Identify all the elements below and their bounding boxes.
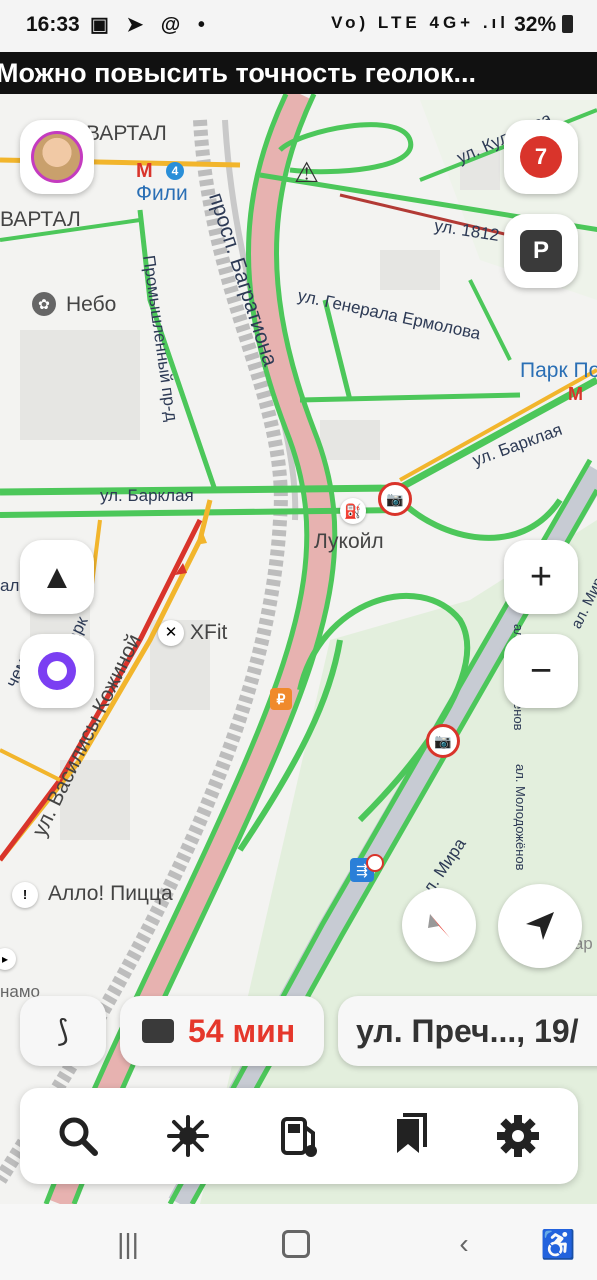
fuel-station-icon[interactable]: ⛽ (340, 498, 366, 524)
route-variants-button[interactable]: ⟆ (20, 996, 106, 1066)
traffic-score-value: 7 (534, 144, 548, 169)
notification-icons: ▣ ➤ @ • (90, 14, 211, 36)
parking-label: P (532, 237, 549, 264)
compass-button[interactable] (402, 888, 476, 962)
parking-icon: P (520, 230, 562, 272)
zoom-in-button[interactable]: + (504, 540, 578, 614)
metro-icon-2: M (568, 384, 583, 404)
system-nav-bar: ||| ‹ ♿ (0, 1204, 597, 1280)
map-label-park: Парк По (520, 359, 597, 382)
route-time-label: 54 мин (188, 1012, 296, 1049)
fuel-button[interactable] (268, 1106, 328, 1166)
location-accuracy-banner[interactable]: Можно повысить точность геолок... (0, 52, 597, 94)
traffic-score-badge: 7 (520, 136, 562, 178)
back-icon: ‹ (459, 1228, 469, 1259)
road-warning-icon[interactable]: ⚠ (294, 156, 319, 189)
report-incident-button[interactable]: ▲ (20, 540, 94, 614)
alice-icon (38, 652, 76, 690)
battery-level: 32% (514, 13, 573, 37)
banner-text: Можно повысить точность геолок... (0, 58, 477, 88)
my-location-button[interactable] (498, 884, 582, 968)
bookmarks-button[interactable] (378, 1106, 438, 1166)
fuel-pump-icon (281, 1117, 317, 1157)
map-label-metro-fili: Фили (136, 182, 188, 205)
map-label-allo-pizza: Алло! Пицца (48, 882, 173, 905)
sparkle-icon (167, 1115, 209, 1157)
accessibility-button[interactable]: ♿ (538, 1224, 578, 1264)
map-label-lukoil: Лукойл (314, 530, 384, 553)
map-label-barklaya: ул. Барклая (100, 486, 194, 505)
accessibility-icon: ♿ (540, 1228, 576, 1260)
atm-icon[interactable]: ₽ (270, 688, 292, 710)
map-label-al: ал (0, 576, 20, 595)
traffic-button[interactable]: 7 (504, 120, 578, 194)
discovery-button[interactable] (158, 1106, 218, 1166)
alice-assistant-button[interactable] (20, 634, 94, 708)
compass-icon (428, 914, 450, 938)
map-label-kvartal-2: ВАРТАЛ (0, 208, 81, 231)
status-bar: 16:33 ▣ ➤ @ • Vo) LTE 4G+ .ıl 32% (0, 0, 597, 52)
zoom-out-button[interactable]: − (504, 634, 578, 708)
metro-icon: M (136, 160, 153, 182)
map-label-molodyozhenov-2: ал. Молодожёнов (513, 764, 528, 871)
zoom-out-icon: − (529, 649, 553, 692)
pizza-icon[interactable]: ! (12, 882, 38, 908)
restaurant-icon: ✿ (32, 292, 56, 316)
speed-camera-icon-2[interactable]: 📷 (426, 724, 460, 758)
briefcase-icon (142, 1019, 174, 1043)
map-label-nebo: Небо (66, 293, 117, 316)
bookmark-icon (397, 1113, 427, 1153)
metro-line-badge: 4 (166, 162, 184, 180)
network-indicator: Vo) LTE 4G+ .ıl (331, 13, 509, 32)
route-time-button[interactable]: 54 мин (120, 996, 324, 1066)
home-icon (282, 1230, 310, 1258)
location-arrow-icon (526, 912, 554, 940)
zoom-in-icon: + (529, 555, 553, 598)
bottom-toolbar (20, 1088, 578, 1184)
back-button[interactable]: ‹ (444, 1224, 484, 1264)
map-label-kvartal: ВАРТАЛ (86, 122, 167, 145)
settings-button[interactable] (488, 1106, 548, 1166)
status-time: 16:33 (26, 13, 80, 36)
map-label-xfit: XFit (190, 621, 228, 644)
profile-button[interactable] (20, 120, 94, 194)
search-button[interactable] (48, 1106, 108, 1166)
parking-button[interactable]: P (504, 214, 578, 288)
warning-icon: ▲ (40, 557, 74, 596)
speed-camera-icon[interactable]: 📷 (378, 482, 412, 516)
gear-icon (497, 1115, 539, 1157)
avatar (31, 131, 83, 183)
destination-button[interactable]: ул. Преч..., 19/ (338, 996, 597, 1066)
battery-icon (562, 15, 573, 33)
recent-apps-button[interactable]: ||| (108, 1224, 148, 1264)
gym-icon[interactable]: ✕ (158, 620, 184, 646)
route-icon: ⟆ (57, 1014, 69, 1048)
home-button[interactable] (276, 1224, 316, 1264)
camera-dot-icon (366, 854, 384, 872)
recent-apps-icon: ||| (117, 1228, 139, 1259)
search-icon (59, 1117, 98, 1156)
destination-label: ул. Преч..., 19/ (356, 1012, 579, 1049)
